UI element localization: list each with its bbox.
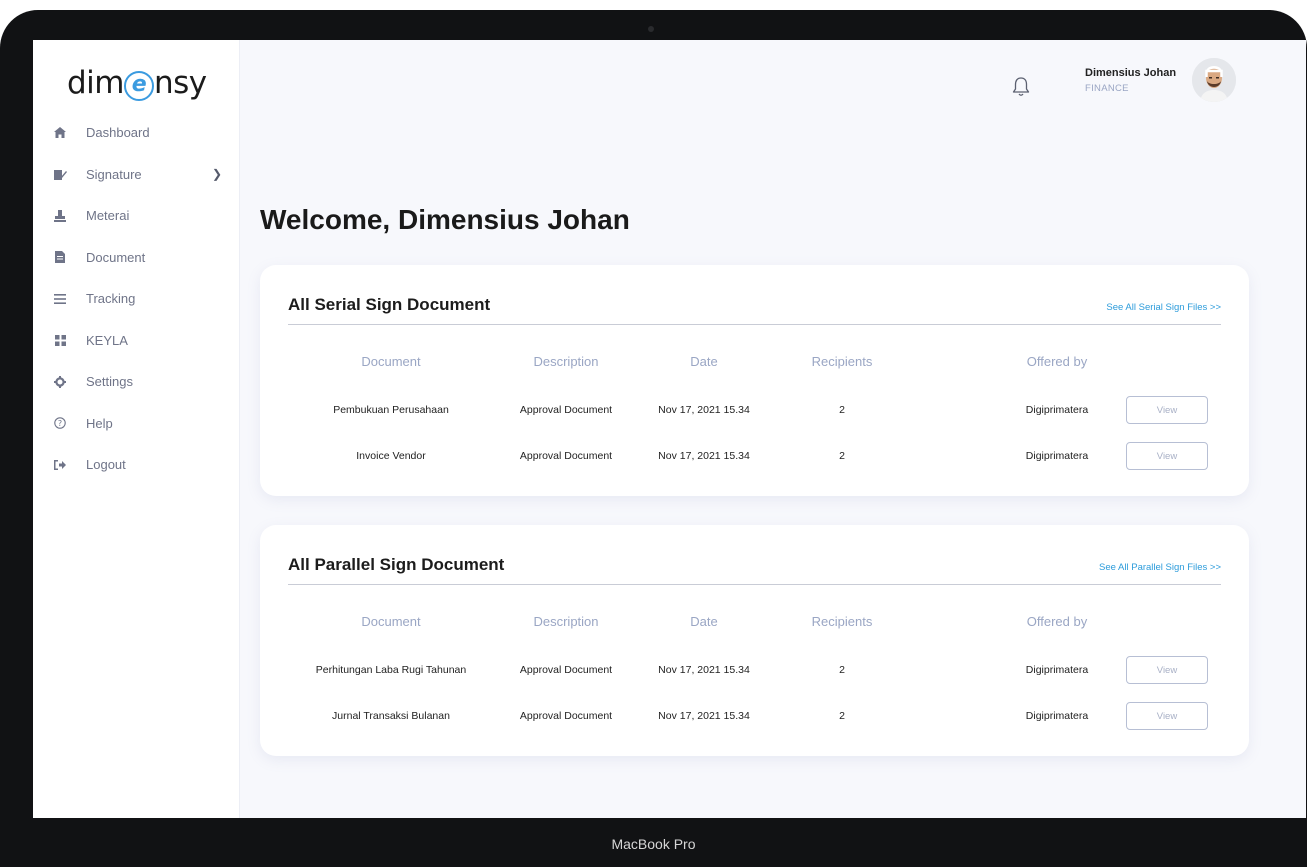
document-cell: Perhitungan Laba Rugi Tahunan <box>315 664 467 676</box>
document-cell: Invoice Vendor <box>356 450 426 462</box>
column-header: Offered by <box>1026 614 1088 629</box>
sidebar-item-meterai[interactable]: Meterai <box>33 195 240 237</box>
list-icon <box>53 292 67 306</box>
column-header: Document <box>361 354 421 369</box>
sidebar-item-label: KEYLA <box>86 332 128 348</box>
column-header: Document <box>361 614 421 629</box>
sidebar-item-label: Settings <box>86 374 133 390</box>
description-cell: Approval Document <box>519 404 613 416</box>
logout-icon <box>53 458 67 472</box>
column-header: Recipients <box>811 354 873 369</box>
sidebar: dim e nsy Dashboard Signature ❯ Meterai … <box>33 40 240 818</box>
offered-by-cell: Digiprimatera <box>1025 664 1089 676</box>
recipients-cell: 2 <box>839 450 845 462</box>
user-name: Dimensius Johan <box>1085 67 1177 79</box>
parallel-sign-card: All Parallel Sign Document See All Paral… <box>260 525 1249 756</box>
brand-logo[interactable]: dim e nsy <box>67 65 207 101</box>
column-header: Date <box>690 354 718 369</box>
date-cell: Nov 17, 2021 15.34 <box>658 664 750 676</box>
home-icon <box>53 126 67 140</box>
date-cell: Nov 17, 2021 15.34 <box>658 450 750 462</box>
sidebar-item-signature[interactable]: Signature ❯ <box>33 154 240 196</box>
column-header: Recipients <box>811 614 873 629</box>
offered-by-cell: Digiprimatera <box>1025 710 1089 722</box>
sidebar-item-label: Dashboard <box>86 125 150 141</box>
sidebar-item-tracking[interactable]: Tracking <box>33 278 240 320</box>
column-header: Date <box>690 614 718 629</box>
sidebar-item-dashboard[interactable]: Dashboard <box>33 112 240 154</box>
recipients-cell: 2 <box>839 404 845 416</box>
avatar[interactable] <box>1192 58 1236 102</box>
card-title: All Serial Sign Document <box>288 295 491 314</box>
date-cell: Nov 17, 2021 15.34 <box>658 710 750 722</box>
card-title: All Parallel Sign Document <box>288 555 505 574</box>
document-icon <box>53 250 67 264</box>
sidebar-item-label: Logout <box>86 457 126 473</box>
recipients-cell: 2 <box>839 664 845 676</box>
sidebar-item-settings[interactable]: Settings <box>33 361 240 403</box>
gear-icon <box>53 375 67 389</box>
description-cell: Approval Document <box>519 664 613 676</box>
help-icon: ? <box>53 416 67 430</box>
app-screen: dim e nsy Dashboard Signature ❯ Meterai … <box>33 40 1306 818</box>
signature-icon <box>53 167 67 181</box>
see-all-parallel-link[interactable]: See All Parallel Sign Files >> <box>1099 562 1221 573</box>
bell-icon[interactable] <box>1011 76 1031 98</box>
view-button[interactable]: View <box>1126 656 1208 684</box>
svg-text:?: ? <box>58 419 62 428</box>
sidebar-item-label: Help <box>86 415 113 431</box>
sidebar-item-label: Document <box>86 249 146 265</box>
sidebar-item-label: Tracking <box>86 291 136 307</box>
column-header: Offered by <box>1026 354 1088 369</box>
view-button[interactable]: View <box>1126 442 1208 470</box>
chevron-right-icon: ❯ <box>211 167 222 182</box>
sidebar-item-document[interactable]: Document <box>33 237 240 279</box>
recipients-cell: 2 <box>839 710 845 722</box>
sidebar-item-logout[interactable]: Logout <box>33 444 240 486</box>
logo-text-right: nsy <box>154 65 207 101</box>
sidebar-item-keyla[interactable]: KEYLA <box>33 320 240 362</box>
column-header: Description <box>533 614 599 629</box>
sidebar-item-help[interactable]: ? Help <box>33 403 240 445</box>
logo-e-icon: e <box>124 71 154 101</box>
page-title: Welcome, Dimensius Johan <box>260 204 630 235</box>
view-button[interactable]: View <box>1126 702 1208 730</box>
logo-text-left: dim <box>67 65 125 101</box>
offered-by-cell: Digiprimatera <box>1025 450 1089 462</box>
view-button[interactable]: View <box>1126 396 1208 424</box>
date-cell: Nov 17, 2021 15.34 <box>658 404 750 416</box>
see-all-serial-link[interactable]: See All Serial Sign Files >> <box>1106 302 1221 313</box>
sidebar-item-label: Signature <box>86 166 142 182</box>
document-cell: Jurnal Transaksi Bulanan <box>332 710 450 722</box>
offered-by-cell: Digiprimatera <box>1025 404 1089 416</box>
stamp-icon <box>53 209 67 223</box>
sidebar-nav: Dashboard Signature ❯ Meterai Document T… <box>33 112 240 486</box>
serial-sign-card: All Serial Sign Document See All Serial … <box>260 265 1249 496</box>
user-role: FINANCE <box>1085 83 1129 94</box>
divider <box>288 324 1221 325</box>
camera-dot <box>648 26 654 32</box>
description-cell: Approval Document <box>519 450 613 462</box>
laptop-frame: dim e nsy Dashboard Signature ❯ Meterai … <box>0 10 1307 867</box>
divider <box>288 584 1221 585</box>
sidebar-item-label: Meterai <box>86 208 130 224</box>
description-cell: Approval Document <box>519 710 613 722</box>
column-header: Description <box>533 354 599 369</box>
device-label: MacBook Pro <box>611 836 696 852</box>
grid-icon <box>53 333 67 347</box>
document-cell: Pembukuan Perusahaan <box>333 404 449 416</box>
